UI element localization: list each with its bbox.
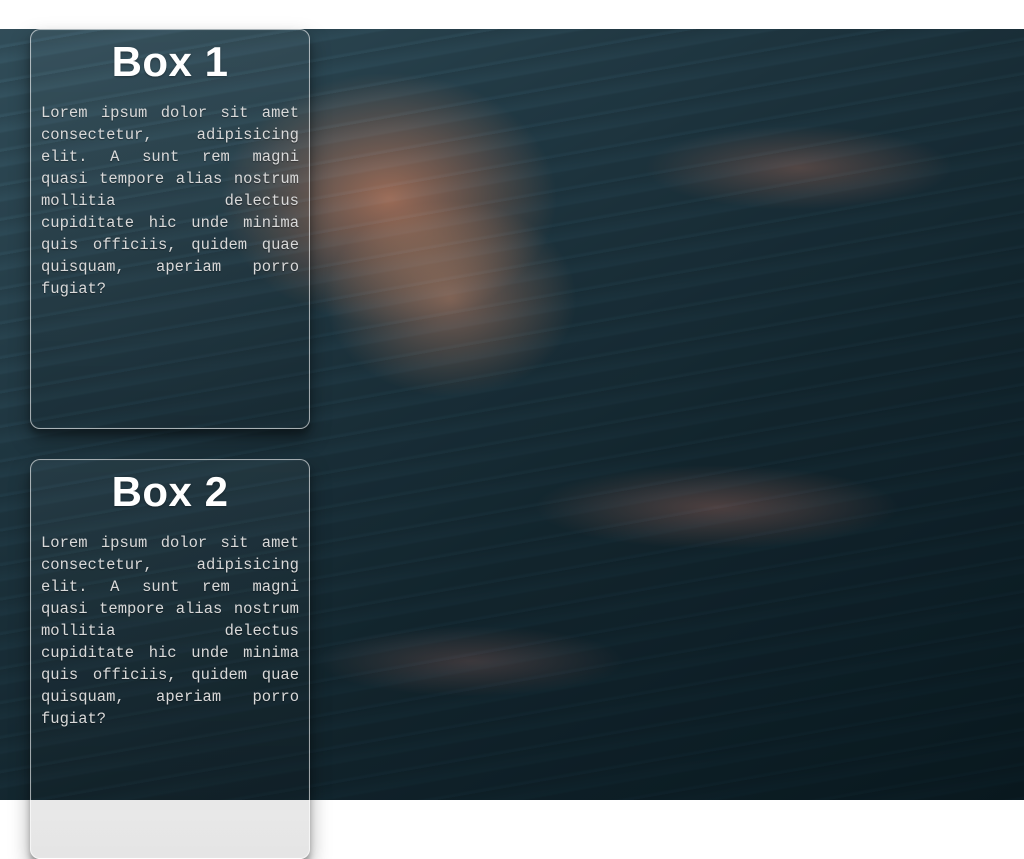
info-card-2: Box 2 Lorem ipsum dolor sit amet consect… <box>30 459 310 859</box>
card-column: Box 1 Lorem ipsum dolor sit amet consect… <box>30 29 310 859</box>
card-body: Lorem ipsum dolor sit amet consectetur, … <box>41 102 299 300</box>
card-body: Lorem ipsum dolor sit amet consectetur, … <box>41 532 299 730</box>
card-title: Box 1 <box>41 40 299 84</box>
card-title: Box 2 <box>41 470 299 514</box>
info-card-1: Box 1 Lorem ipsum dolor sit amet consect… <box>30 29 310 429</box>
